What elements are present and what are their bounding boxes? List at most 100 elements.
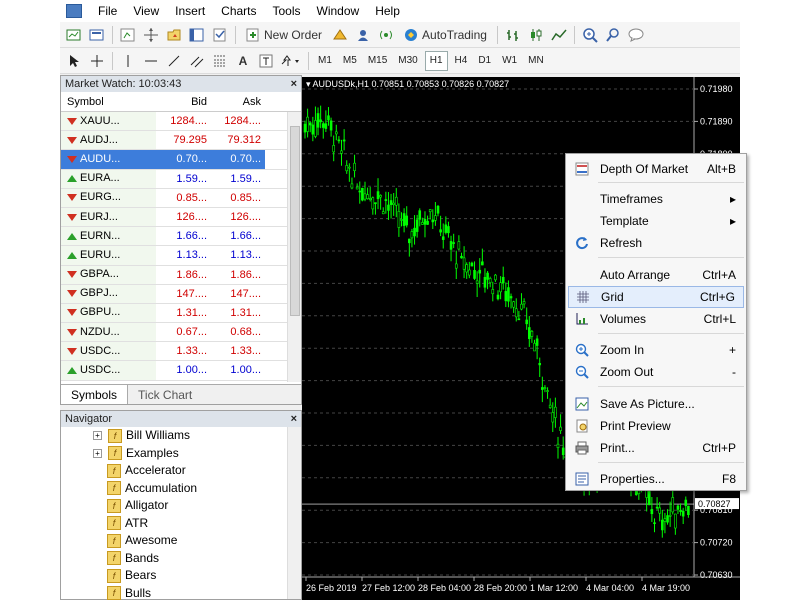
market-watch-row[interactable]: GBPJ... 147.... 147.... — [61, 284, 301, 304]
market-watch-row[interactable]: EURU... 1.13... 1.13... — [61, 246, 301, 266]
line-chart-icon[interactable] — [549, 25, 569, 45]
market-watch-row[interactable]: XAUU... 1284.... 1284.... — [61, 112, 301, 132]
menu-window[interactable]: Window — [309, 0, 368, 22]
strategy-tester-icon[interactable] — [210, 25, 230, 45]
column-header-ask[interactable]: Ask — [211, 92, 265, 111]
menu-item-auto-arrange[interactable]: Auto Arrange Ctrl+A — [568, 264, 744, 286]
timeframe-m15[interactable]: M15 — [364, 51, 391, 71]
navigator-indicator-item[interactable]: f Alligator — [61, 497, 301, 515]
market-watch-row[interactable]: AUDU... 0.70... 0.70... — [61, 150, 301, 170]
close-icon[interactable]: × — [291, 411, 297, 427]
market-watch-row[interactable]: EURJ... 126.... 126.... — [61, 207, 301, 228]
tab-tick-chart[interactable]: Tick Chart — [128, 385, 202, 404]
fibonacci-icon[interactable] — [210, 51, 230, 71]
crosshair-icon[interactable] — [87, 51, 107, 71]
data-window-icon[interactable] — [141, 25, 161, 45]
arrows-dropdown-icon[interactable] — [279, 51, 303, 71]
signals-icon[interactable] — [376, 25, 396, 45]
zoom-in-toolbar-icon[interactable] — [580, 25, 600, 45]
timeframe-m30[interactable]: M30 — [394, 51, 421, 71]
menu-item-template[interactable]: Template ▸ — [568, 210, 744, 232]
new-order-button[interactable]: New Order — [241, 25, 327, 45]
menu-item-save-as-picture[interactable]: Save As Picture... — [568, 393, 744, 415]
timeframe-m1[interactable]: M1 — [314, 51, 336, 71]
candle-body — [434, 215, 437, 221]
market-watch-row[interactable]: EURG... 0.85... 0.85... — [61, 188, 301, 208]
navigator-indicator-item[interactable]: f Accumulation — [61, 480, 301, 498]
timeframe-mn[interactable]: MN — [524, 51, 548, 71]
menu-item-volumes[interactable]: Volumes Ctrl+L — [568, 308, 744, 330]
chat-icon[interactable] — [626, 25, 646, 45]
candle-body — [543, 387, 547, 390]
market-watch-row[interactable]: EURN... 1.66... 1.66... — [61, 227, 301, 247]
navigator-indicator-item[interactable]: f Bands — [61, 550, 301, 568]
menu-item-print[interactable]: Print... Ctrl+P — [568, 437, 744, 459]
market-watch-scrollbar[interactable] — [287, 112, 301, 382]
navigator-indicator-item[interactable]: f ATR — [61, 515, 301, 533]
expand-icon[interactable]: + — [93, 448, 102, 458]
market-watch-row[interactable]: AUDJ... 79.295 79.312 — [61, 131, 301, 151]
trendline-icon[interactable] — [164, 51, 184, 71]
menu-item-properties[interactable]: Properties... F8 — [568, 468, 744, 490]
profiles-icon[interactable] — [87, 25, 107, 45]
column-header-bid[interactable]: Bid — [156, 92, 211, 111]
menu-item-depth-of-market[interactable]: Depth Of Market Alt+B — [568, 158, 744, 180]
navigator-indicator-item[interactable]: f Accelerator — [61, 462, 301, 480]
timeframe-h1[interactable]: H1 — [424, 50, 448, 71]
scrollbar-thumb[interactable] — [290, 126, 300, 316]
bar-chart-icon[interactable] — [503, 25, 523, 45]
candlestick-chart-icon[interactable] — [526, 25, 546, 45]
vertical-line-icon[interactable] — [118, 51, 138, 71]
menu-item-refresh[interactable]: Refresh — [568, 232, 744, 254]
market-watch-row[interactable]: GBPA... 1.86... 1.86... — [61, 265, 301, 285]
search-icon[interactable] — [603, 25, 623, 45]
market-watch-row[interactable]: EURA... 1.59... 1.59... — [61, 169, 301, 189]
cursor-icon[interactable] — [64, 51, 84, 71]
navigator-toggle-icon[interactable] — [164, 25, 184, 45]
menu-view[interactable]: View — [125, 0, 167, 22]
navigator-indicator-item[interactable]: f Bears — [61, 567, 301, 585]
text-label-icon[interactable] — [256, 51, 276, 71]
autotrading-button[interactable]: AutoTrading — [399, 25, 492, 45]
metaeditor-icon[interactable] — [330, 25, 350, 45]
menu-insert[interactable]: Insert — [167, 0, 213, 22]
menu-item-shortcut: + — [728, 343, 736, 357]
horizontal-line-icon[interactable] — [141, 51, 161, 71]
navigator-indicator-item[interactable]: f Awesome — [61, 532, 301, 550]
market-watch-row[interactable]: USDC... 1.33... 1.33... — [61, 342, 301, 362]
menu-item-grid[interactable]: Grid Ctrl+G — [568, 286, 744, 308]
menu-tools[interactable]: Tools — [265, 0, 309, 22]
timeframe-m5[interactable]: M5 — [339, 51, 361, 71]
timeframe-d1[interactable]: D1 — [474, 51, 495, 71]
market-watch-toggle-icon[interactable] — [118, 25, 138, 45]
candle-body — [350, 183, 354, 189]
new-chart-icon[interactable] — [64, 25, 84, 45]
market-watch-row[interactable]: USDC... 1.00... 1.00... — [61, 361, 301, 381]
equidistant-channel-icon[interactable] — [187, 51, 207, 71]
menu-item-print-preview[interactable]: Print Preview — [568, 415, 744, 437]
timeframe-h4[interactable]: H4 — [451, 51, 472, 71]
navigator-scrollbar[interactable] — [287, 427, 301, 599]
navigator-folder[interactable]: + f Examples — [61, 445, 301, 463]
expand-icon[interactable]: + — [93, 431, 102, 441]
close-icon[interactable]: × — [291, 76, 297, 92]
new-order-label: New Order — [264, 27, 323, 42]
menu-item-zoom-out[interactable]: Zoom Out - — [568, 361, 744, 383]
community-icon[interactable] — [353, 25, 373, 45]
column-header-symbol[interactable]: Symbol — [61, 92, 156, 111]
timeframe-w1[interactable]: W1 — [498, 51, 521, 71]
tab-symbols[interactable]: Symbols — [61, 385, 129, 404]
menu-charts[interactable]: Charts — [213, 0, 264, 22]
text-icon[interactable]: A — [233, 51, 253, 71]
market-watch-row[interactable]: NZDU... 0.67... 0.68... — [61, 323, 301, 343]
navigator-indicator-item[interactable]: f Bulls — [61, 585, 301, 600]
menu-item-timeframes[interactable]: Timeframes ▸ — [568, 188, 744, 210]
navigator-folder[interactable]: + f Bill Williams — [61, 427, 301, 445]
app-icon[interactable] — [66, 4, 82, 18]
terminal-icon[interactable] — [187, 25, 207, 45]
menu-file[interactable]: File — [90, 0, 125, 22]
bid-cell: 1284.... — [170, 115, 207, 127]
menu-item-zoom-in[interactable]: Zoom In + — [568, 339, 744, 361]
market-watch-row[interactable]: GBPU... 1.31... 1.31... — [61, 303, 301, 324]
menu-help[interactable]: Help — [367, 0, 408, 22]
